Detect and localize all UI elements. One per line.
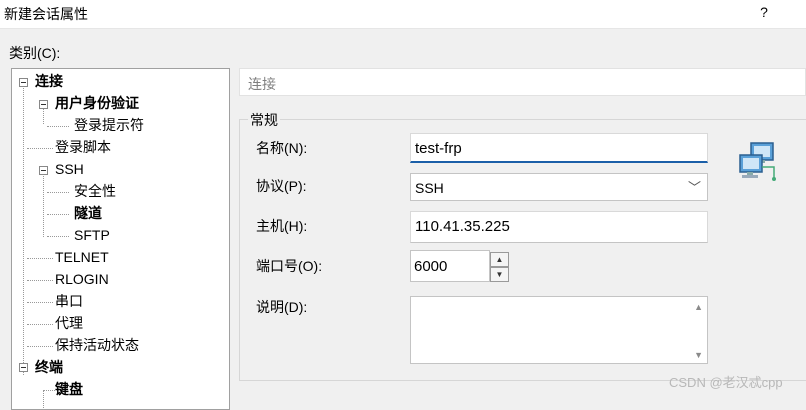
tree-guide-line: [43, 390, 55, 391]
tree-item-proxy[interactable]: 代理: [55, 313, 83, 333]
tree-item-connection[interactable]: 连接: [35, 71, 63, 91]
description-label: 说明(D):: [256, 299, 308, 315]
host-input[interactable]: 110.41.35.225: [410, 211, 708, 243]
protocol-value: SSH: [415, 180, 444, 196]
section-title: 连接: [248, 76, 276, 92]
tree-item-keep-alive[interactable]: 保持活动状态: [55, 335, 139, 355]
section-header: 连接: [239, 68, 806, 96]
collapse-icon[interactable]: [39, 166, 48, 175]
tree-guide-line: [43, 390, 44, 409]
category-label: 类别(C):: [9, 45, 61, 61]
window-title: 新建会话属性: [4, 6, 88, 22]
tree-item-terminal[interactable]: 终端: [35, 357, 63, 377]
network-computers-icon: [739, 142, 776, 181]
tree-guide-line: [23, 85, 24, 375]
collapse-icon[interactable]: [19, 363, 28, 372]
tree-item-login-prompts[interactable]: 登录提示符: [74, 115, 144, 135]
collapse-icon[interactable]: [39, 100, 48, 109]
tree-item-security[interactable]: 安全性: [74, 181, 116, 201]
name-label: 名称(N):: [256, 140, 308, 156]
tree-item-sftp[interactable]: SFTP: [74, 225, 110, 245]
tree-guide-line: [43, 107, 44, 124]
scroll-up-icon[interactable]: ▲: [694, 302, 703, 312]
spin-up-icon[interactable]: ▲: [490, 252, 509, 267]
port-label: 端口号(O):: [256, 258, 323, 274]
tree-guide-line: [27, 346, 53, 347]
collapse-icon[interactable]: [19, 78, 28, 87]
tree-item-keyboard[interactable]: 键盘: [55, 379, 83, 399]
group-title: 常规: [248, 110, 280, 130]
tree-item-ssh[interactable]: SSH: [55, 159, 84, 179]
scroll-down-icon[interactable]: ▼: [694, 350, 703, 360]
host-label: 主机(H):: [256, 218, 308, 234]
tree-guide-line: [27, 324, 53, 325]
tree-guide-line: [27, 302, 53, 303]
description-textarea[interactable]: ▲ ▼: [410, 296, 708, 364]
tree-item-user-auth[interactable]: 用户身份验证: [55, 93, 139, 113]
category-tree[interactable]: 连接 用户身份验证 登录提示符 登录脚本 SSH 安全性 隧道 SFTP TEL…: [11, 68, 230, 410]
help-button[interactable]: ?: [754, 2, 774, 22]
tree-item-serial[interactable]: 串口: [55, 291, 83, 311]
protocol-select[interactable]: SSH ﹀: [410, 173, 708, 201]
tree-guide-line: [47, 236, 69, 237]
chevron-down-icon: ﹀: [687, 180, 701, 195]
name-input[interactable]: test-frp: [410, 133, 708, 163]
tree-guide-line: [47, 126, 69, 127]
tree-guide-line: [27, 258, 53, 259]
spin-down-icon[interactable]: ▼: [490, 267, 509, 282]
title-bar: 新建会话属性 ?: [0, 0, 806, 29]
tree-guide-line: [47, 192, 69, 193]
tree-guide-line: [27, 148, 53, 149]
tree-guide-line: [47, 214, 69, 215]
protocol-label: 协议(P):: [256, 178, 307, 194]
tree-guide-line: [27, 280, 53, 281]
tree-item-login-script[interactable]: 登录脚本: [55, 137, 111, 157]
port-input[interactable]: 6000: [410, 250, 490, 282]
tree-item-rlogin[interactable]: RLOGIN: [55, 269, 109, 289]
tree-guide-line: [43, 173, 44, 237]
tree-item-telnet[interactable]: TELNET: [55, 247, 109, 267]
watermark: CSDN @老汉忒cpp: [669, 375, 783, 390]
tree-item-tunneling[interactable]: 隧道: [74, 203, 102, 223]
